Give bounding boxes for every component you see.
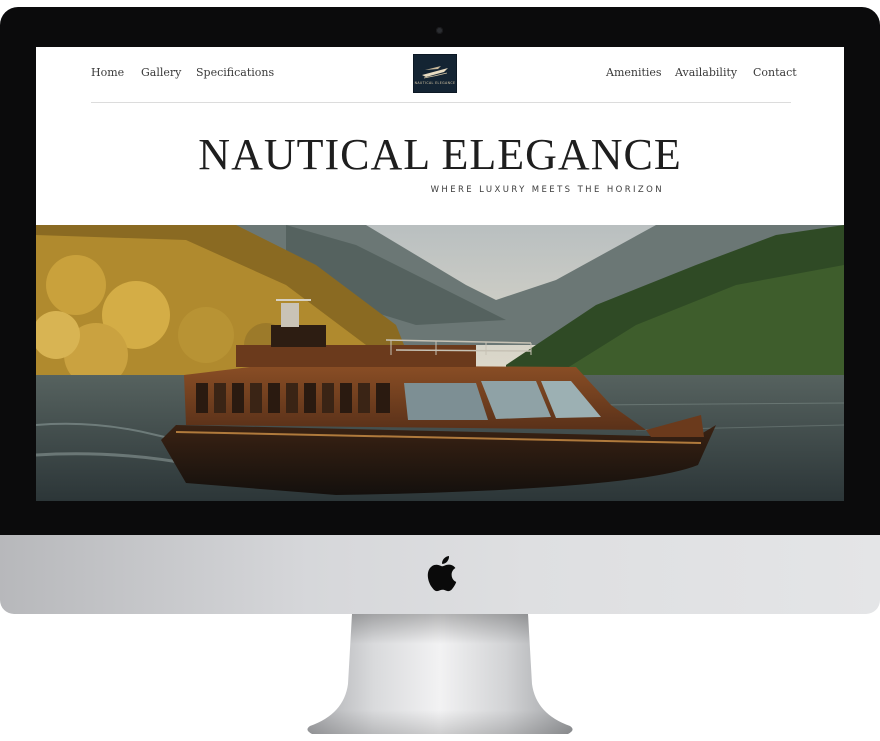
nav-home-link[interactable]: Home: [91, 66, 124, 79]
brand-logo[interactable]: NAUTICAL ELEGANCE: [413, 54, 457, 93]
nav-contact-link[interactable]: Contact: [753, 66, 797, 79]
nav-amenities-link[interactable]: Amenities: [606, 66, 662, 79]
nav-gallery-link[interactable]: Gallery: [141, 66, 181, 79]
apple-icon: [427, 556, 457, 592]
hero-tagline: WHERE LUXURY MEETS THE HORIZON: [430, 185, 664, 195]
top-navigation: Home Gallery Specifications NAUTICAL ELE…: [91, 47, 797, 103]
website-screen: Home Gallery Specifications NAUTICAL ELE…: [36, 47, 844, 501]
nav-specifications-link[interactable]: Specifications: [196, 66, 274, 79]
yacht-logo-icon: NAUTICAL ELEGANCE: [415, 66, 456, 85]
monitor-stand: [307, 614, 573, 734]
hero-title: NAUTICAL ELEGANCE: [198, 130, 682, 179]
logo-wordmark: NAUTICAL ELEGANCE: [415, 81, 456, 85]
hero-yacht-image: [36, 225, 844, 501]
nav-availability-link[interactable]: Availability: [675, 66, 737, 79]
camera-icon: [436, 27, 443, 34]
